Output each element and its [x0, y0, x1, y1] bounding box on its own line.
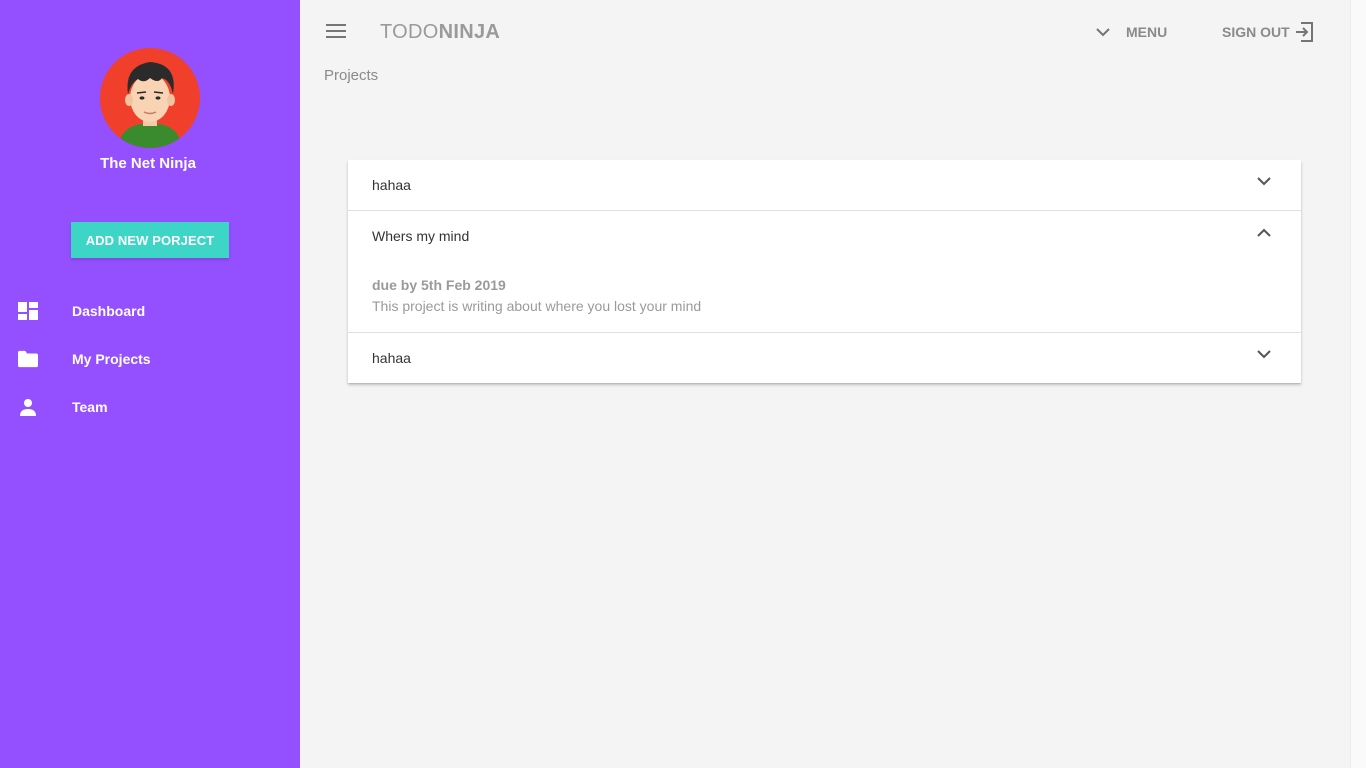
project-title: Whers my mind	[372, 228, 470, 244]
exit-icon	[1295, 22, 1313, 42]
user-name: The Net Ninja	[100, 155, 196, 172]
app-title: TODONINJA	[380, 21, 500, 44]
projects-expansion-panel: hahaa Whers my mind due by 5th Feb 2019 …	[348, 160, 1301, 383]
sidebar-item-label: Team	[72, 399, 108, 415]
project-description: This project is writing about where you …	[372, 298, 702, 314]
dashboard-icon	[18, 301, 38, 321]
folder-icon	[18, 349, 38, 369]
avatar	[100, 48, 200, 148]
chevron-down-icon	[1096, 27, 1110, 36]
menu-label: MENU	[1126, 24, 1168, 40]
sign-out-button[interactable]: SIGN OUT	[1222, 18, 1314, 46]
chevron-down-icon	[1257, 350, 1271, 359]
vertical-scrollbar[interactable]	[1350, 0, 1366, 768]
sidebar-item-dashboard[interactable]: Dashboard	[0, 291, 300, 331]
project-panel: hahaa	[348, 333, 1301, 383]
sidebar-item-team[interactable]: Team	[0, 387, 300, 427]
sign-out-label: SIGN OUT	[1222, 24, 1290, 40]
project-panel-header[interactable]: Whers my mind	[348, 211, 1301, 261]
toolbar: TODONINJA MENU SIGN OUT	[300, 0, 1350, 64]
sidebar-item-my-projects[interactable]: My Projects	[0, 339, 300, 379]
project-title: hahaa	[372, 177, 411, 193]
project-panel-header[interactable]: hahaa	[348, 333, 1301, 383]
sidebar-item-label: My Projects	[72, 351, 151, 367]
project-panel: hahaa	[348, 160, 1301, 211]
avatar-image	[100, 48, 200, 148]
menu-toggle-icon[interactable]	[326, 24, 346, 40]
chevron-up-icon	[1257, 228, 1271, 237]
project-panel: Whers my mind due by 5th Feb 2019 This p…	[348, 211, 1301, 333]
sidebar-item-label: Dashboard	[72, 303, 146, 319]
person-icon	[18, 397, 38, 417]
project-due-date: due by 5th Feb 2019	[372, 277, 506, 293]
project-title: hahaa	[372, 350, 411, 366]
navigation-drawer: The Net Ninja ADD NEW PORJECT Dashboard …	[0, 0, 300, 768]
page-title: Projects	[324, 67, 379, 84]
add-new-project-button[interactable]: ADD NEW PORJECT	[71, 222, 229, 258]
project-panel-header[interactable]: hahaa	[348, 160, 1301, 210]
chevron-down-icon	[1257, 177, 1271, 186]
menu-button[interactable]: MENU	[1096, 18, 1167, 46]
brand-light: TODO	[380, 21, 439, 43]
brand-bold: NINJA	[438, 21, 501, 43]
project-panel-content: due by 5th Feb 2019 This project is writ…	[348, 259, 1301, 332]
